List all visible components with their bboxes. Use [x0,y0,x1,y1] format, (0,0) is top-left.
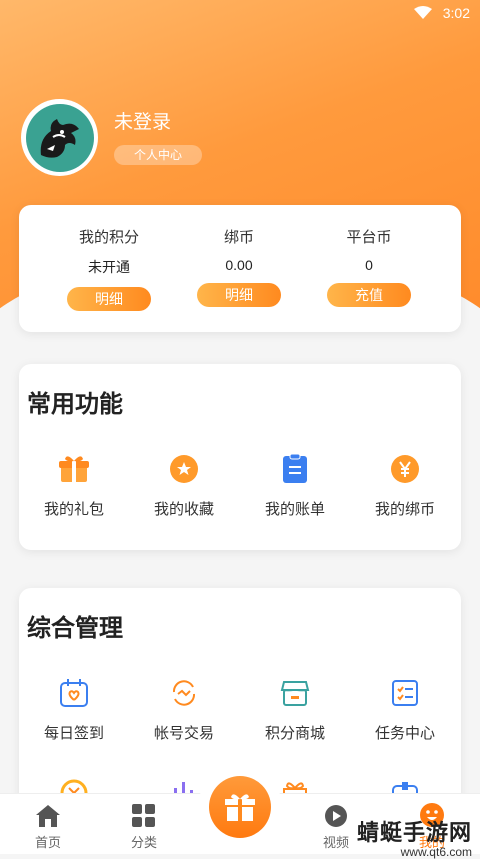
item-label: 帐号交易 [153,725,214,742]
points-column-platformcoin: 平台币 0 充值 [309,205,429,307]
trade-icon [167,676,201,710]
account-trade-item[interactable]: 帐号交易 [129,676,239,743]
avatar[interactable] [21,99,98,176]
recharge-button[interactable]: 充值 [327,283,411,307]
wifi-icon [414,6,432,25]
item-label: 任务中心 [374,725,435,742]
yen-icon [388,452,422,486]
gift-icon [57,452,91,486]
my-gifts-item[interactable]: 我的礼包 [19,452,129,519]
my-bindcoin-item[interactable]: 我的绑币 [350,452,460,519]
points-value: 0 [365,257,373,273]
watermark-url: www.qt6.com [400,845,472,859]
star-icon [167,452,201,486]
tab-home[interactable]: 首页 [8,794,88,851]
points-column-score: 我的积分 未开通 明细 [49,205,169,311]
calendar-icon [57,676,91,710]
gift-icon [225,794,255,821]
home-icon [8,794,88,828]
gift-fab-button[interactable] [209,776,271,838]
points-value: 未开通 [88,259,130,275]
watermark-title: 蜻蜓手游网 [356,820,472,845]
section-title: 综合管理 [27,615,123,642]
tab-category[interactable]: 分类 [104,794,184,851]
dragon-avatar-icon [25,103,94,172]
task-center-item[interactable]: 任务中心 [350,676,460,743]
item-label: 我的礼包 [43,501,104,518]
section-title: 常用功能 [27,391,123,418]
daily-checkin-item[interactable]: 每日签到 [19,676,129,743]
common-functions-card: 常用功能 我的礼包 我的收藏 我的账单 我的绑币 [19,364,461,550]
shop-icon [278,676,312,710]
item-label: 我的绑币 [374,501,435,518]
category-icon [104,794,184,828]
bindcoin-detail-button[interactable]: 明细 [197,283,281,307]
watermark: 蜻蜓手游网 www.qt6.com [357,815,472,859]
profile-center-button[interactable]: 个人中心 [114,145,202,165]
status-bar: 3:02 [0,0,480,28]
points-card: 我的积分 未开通 明细 绑币 0.00 明细 平台币 0 充值 [19,205,461,332]
score-detail-button[interactable]: 明细 [67,287,151,311]
points-label: 我的积分 [78,229,139,246]
username[interactable]: 未登录 [114,107,171,134]
item-label: 我的账单 [264,501,325,518]
points-column-bindcoin: 绑币 0.00 明细 [179,205,299,307]
tab-label: 分类 [130,835,157,850]
bill-icon [278,452,312,486]
item-label: 我的收藏 [153,501,214,518]
points-label: 平台币 [346,229,392,246]
my-favorites-item[interactable]: 我的收藏 [129,452,239,519]
points-value: 0.00 [225,257,253,273]
task-icon [388,676,422,710]
points-label: 绑币 [223,229,254,246]
item-label: 积分商城 [264,725,325,742]
points-mall-item[interactable]: 积分商城 [240,676,350,743]
my-bills-item[interactable]: 我的账单 [240,452,350,519]
status-time: 3:02 [442,5,470,21]
item-label: 每日签到 [43,725,104,742]
tab-label: 首页 [34,835,61,850]
